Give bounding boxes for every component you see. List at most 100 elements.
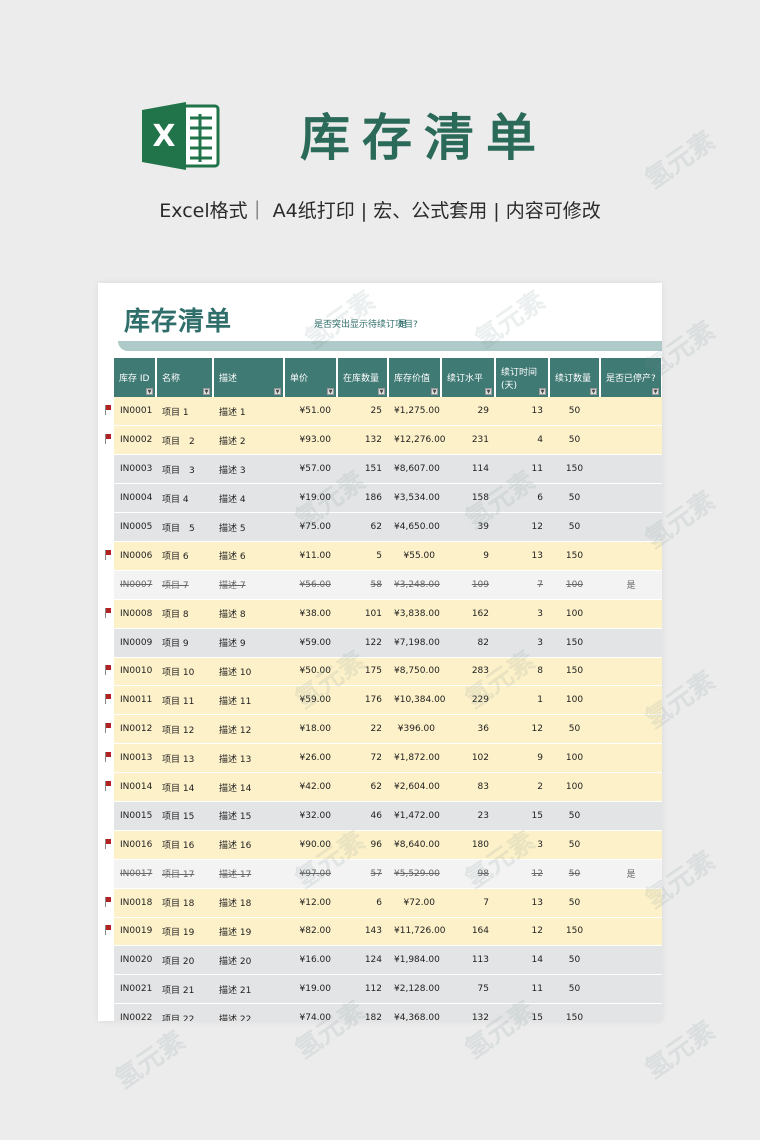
stock-qty-cell[interactable]: 112 [337,974,388,1005]
stock-qty-cell[interactable]: 124 [337,945,388,976]
stock-value-cell[interactable]: ¥1,472.00 [388,801,441,831]
unit-price-cell[interactable]: ¥75.00 [284,512,337,542]
stock-value-cell[interactable]: ¥72.00 [388,888,441,918]
description-cell[interactable]: 描述 22 [213,1003,284,1021]
stock-qty-cell[interactable]: 5 [337,541,388,571]
table-row[interactable]: IN0013 项目 13 描述 13 ¥26.00 72 ¥1,872.00 102 9 100 [114,743,662,774]
reorder-level-cell[interactable]: 231 [441,425,495,456]
unit-price-cell[interactable]: ¥42.00 [284,772,337,802]
column-header[interactable]: 续订数量 ▼ [549,358,601,397]
filter-dropdown-icon[interactable]: ▼ [378,388,385,395]
description-cell[interactable]: 描述 21 [213,974,284,1005]
filter-dropdown-icon[interactable]: ▼ [274,388,281,395]
reorder-days-cell[interactable]: 15 [495,1003,549,1021]
reorder-qty-cell[interactable]: 150 [549,541,600,571]
table-row[interactable]: IN0017 项目 17 描述 17 ¥97.00 57 ¥5,529.00 98 12 50 是 [114,859,662,889]
reorder-days-cell[interactable]: 13 [495,541,549,571]
reorder-days-cell[interactable]: 9 [495,743,549,774]
unit-price-cell[interactable]: ¥16.00 [284,945,337,976]
reorder-days-cell[interactable]: 14 [495,945,549,976]
inventory-id-cell[interactable]: IN0002 [114,425,156,456]
table-row[interactable]: IN0010 项目 10 描述 10 ¥50.00 175 ¥8,750.00 283 8 15… [114,657,662,687]
reorder-days-cell[interactable]: 4 [495,425,549,456]
inventory-id-cell[interactable]: IN0021 [114,974,156,1005]
description-cell[interactable]: 描述 7 [213,570,284,600]
inventory-id-cell[interactable]: IN0019 [114,917,156,947]
reorder-days-cell[interactable]: 7 [495,570,549,600]
discontinued-cell[interactable] [600,743,662,774]
description-cell[interactable]: 描述 18 [213,888,284,918]
filter-dropdown-icon[interactable]: ▼ [431,388,438,395]
inventory-id-cell[interactable]: IN0008 [114,599,156,629]
discontinued-cell[interactable] [600,714,662,745]
column-header[interactable]: 库存价值 ▼ [388,358,442,397]
reorder-qty-cell[interactable]: 150 [549,657,600,687]
inventory-id-cell[interactable]: IN0022 [114,1003,156,1021]
filter-dropdown-icon[interactable]: ▼ [327,388,334,395]
table-row[interactable]: IN0016 项目 16 描述 16 ¥90.00 96 ¥8,640.00 180 3 50 [114,830,662,860]
reorder-qty-cell[interactable]: 100 [549,599,600,629]
stock-value-cell[interactable]: ¥8,750.00 [388,657,441,687]
stock-qty-cell[interactable]: 96 [337,830,388,860]
unit-price-cell[interactable]: ¥90.00 [284,830,337,860]
reorder-level-cell[interactable]: 164 [441,917,495,947]
reorder-qty-cell[interactable]: 100 [549,570,600,600]
reorder-days-cell[interactable]: 12 [495,859,549,889]
reorder-level-cell[interactable]: 98 [441,859,495,889]
table-row[interactable]: IN0001 项目 1 描述 1 ¥51.00 25 ¥1,275.00 29 13 50 [114,397,662,427]
inventory-id-cell[interactable]: IN0014 [114,772,156,802]
column-header[interactable]: 单价 ▼ [284,358,338,397]
unit-price-cell[interactable]: ¥82.00 [284,917,337,947]
reorder-level-cell[interactable]: 229 [441,685,495,716]
name-cell[interactable]: 项目 21 [156,974,213,1005]
inventory-id-cell[interactable]: IN0009 [114,628,156,658]
name-cell[interactable]: 项目 7 [156,570,213,600]
reorder-qty-cell[interactable]: 50 [549,483,600,514]
reorder-level-cell[interactable]: 158 [441,483,495,514]
unit-price-cell[interactable]: ¥59.00 [284,685,337,716]
reorder-level-cell[interactable]: 180 [441,830,495,860]
stock-value-cell[interactable]: ¥396.00 [388,714,441,745]
reorder-days-cell[interactable]: 3 [495,599,549,629]
unit-price-cell[interactable]: ¥32.00 [284,801,337,831]
name-cell[interactable]: 项目 16 [156,830,213,860]
table-row[interactable]: IN0015 项目 15 描述 15 ¥32.00 46 ¥1,472.00 23 15 50 [114,801,662,831]
highlight-answer-cell[interactable]: 是 [398,317,407,330]
reorder-level-cell[interactable]: 29 [441,397,495,427]
inventory-id-cell[interactable]: IN0001 [114,397,156,427]
reorder-level-cell[interactable]: 36 [441,714,495,745]
name-cell[interactable]: 项目 17 [156,859,213,889]
reorder-days-cell[interactable]: 12 [495,512,549,542]
name-cell[interactable]: 项目 22 [156,1003,213,1021]
discontinued-cell[interactable]: 是 [600,859,662,889]
stock-qty-cell[interactable]: 122 [337,628,388,658]
discontinued-cell[interactable] [600,397,662,427]
reorder-level-cell[interactable]: 114 [441,454,495,485]
reorder-days-cell[interactable]: 12 [495,917,549,947]
column-header[interactable]: 续订时间(天) ▼ [495,358,550,397]
table-row[interactable]: IN0004 项目 4 描述 4 ¥19.00 186 ¥3,534.00 158 6 50 [114,483,662,514]
name-cell[interactable]: 项目 5 [156,512,213,542]
filter-dropdown-icon[interactable]: ▼ [652,388,659,395]
stock-value-cell[interactable]: ¥8,607.00 [388,454,441,485]
inventory-id-cell[interactable]: IN0005 [114,512,156,542]
reorder-level-cell[interactable]: 75 [441,974,495,1005]
table-row[interactable]: IN0019 项目 19 描述 19 ¥82.00 143 ¥11,726.00 164 12… [114,917,662,947]
stock-qty-cell[interactable]: 186 [337,483,388,514]
description-cell[interactable]: 描述 4 [213,483,284,514]
table-row[interactable]: IN0021 项目 21 描述 21 ¥19.00 112 ¥2,128.00 75 11 50 [114,974,662,1005]
reorder-qty-cell[interactable]: 100 [549,743,600,774]
table-row[interactable]: IN0020 项目 20 描述 20 ¥16.00 124 ¥1,984.00 113 14 5… [114,945,662,976]
stock-qty-cell[interactable]: 101 [337,599,388,629]
discontinued-cell[interactable] [600,917,662,947]
unit-price-cell[interactable]: ¥93.00 [284,425,337,456]
discontinued-cell[interactable] [600,599,662,629]
name-cell[interactable]: 项目 6 [156,541,213,571]
unit-price-cell[interactable]: ¥57.00 [284,454,337,485]
inventory-id-cell[interactable]: IN0010 [114,657,156,687]
discontinued-cell[interactable] [600,454,662,485]
column-header[interactable]: 在库数量 ▼ [337,358,389,397]
name-cell[interactable]: 项目 12 [156,714,213,745]
description-cell[interactable]: 描述 9 [213,628,284,658]
discontinued-cell[interactable] [600,888,662,918]
